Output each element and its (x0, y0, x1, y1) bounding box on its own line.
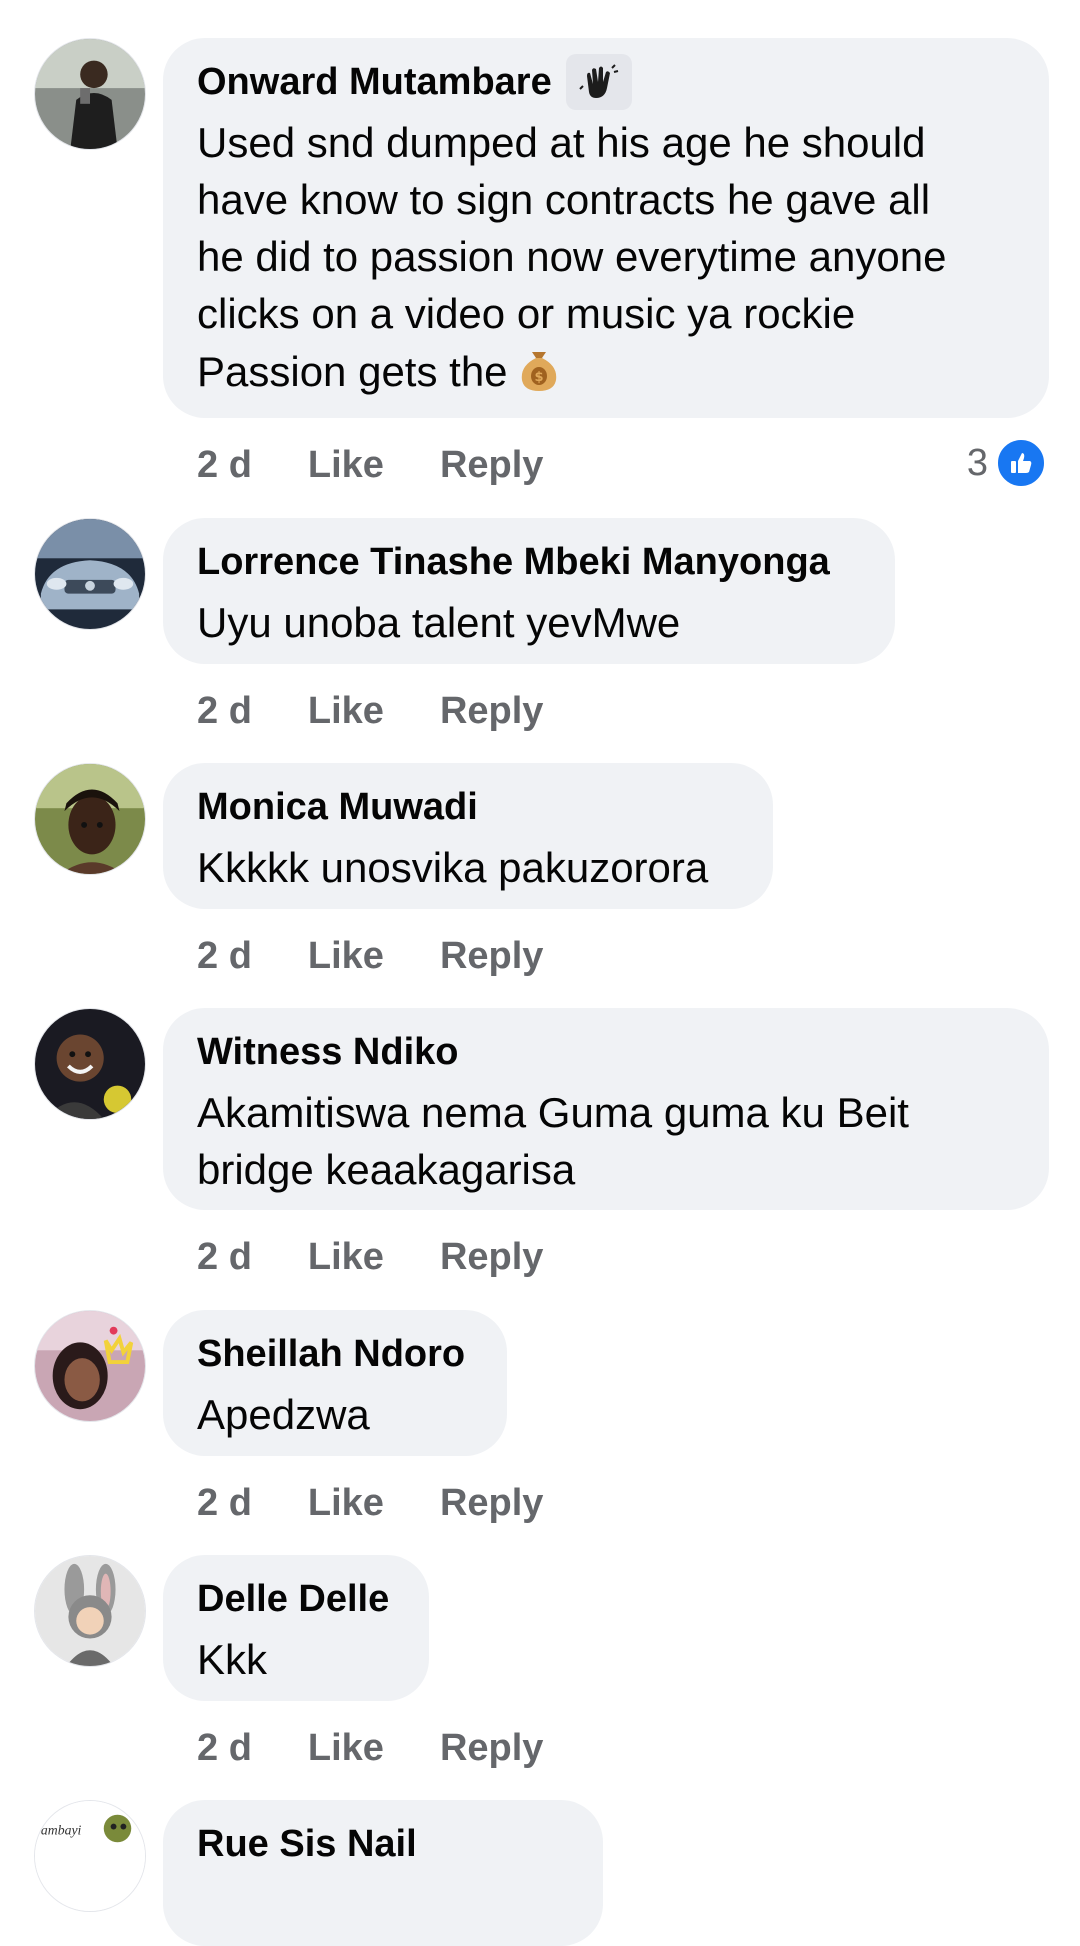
like-button[interactable]: Like (308, 935, 384, 978)
avatar[interactable] (34, 1310, 146, 1422)
comment-author[interactable]: Rue Sis Nail (197, 1819, 417, 1869)
comment-text: Used snd dumped at his age he should hav… (197, 114, 1015, 406)
comment-bubble: Monica Muwadi Kkkkk unosvika pakuzorora (163, 763, 773, 909)
like-icon (996, 438, 1046, 488)
comment-actions: 2 d Like Reply (197, 931, 543, 981)
avatar[interactable] (34, 518, 146, 630)
comment-actions: 2 d Like Reply (197, 1478, 543, 1528)
comment-timestamp[interactable]: 2 d (197, 1727, 252, 1770)
svg-text:$: $ (534, 370, 543, 385)
avatar[interactable] (34, 1555, 146, 1667)
reply-button[interactable]: Reply (440, 1482, 543, 1525)
comment-bubble: Witness Ndiko Akamitiswa nema Guma guma … (163, 1008, 1049, 1210)
comment-author[interactable]: Onward Mutambare (197, 57, 552, 107)
avatar[interactable] (34, 38, 146, 150)
reply-button[interactable]: Reply (440, 690, 543, 733)
reply-button[interactable]: Reply (440, 935, 543, 978)
comment-text: Apedzwa (197, 1391, 370, 1438)
comment-timestamp[interactable]: 2 d (197, 690, 252, 733)
money-bag-icon: $ (518, 342, 560, 406)
comment-actions: 2 d Like Reply (197, 1232, 543, 1282)
comment-text: Akamitiswa nema Guma guma ku Beit bridge… (197, 1089, 909, 1193)
comment-text: Kkk (197, 1636, 268, 1683)
like-button[interactable]: Like (308, 1727, 384, 1770)
comment-bubble: Delle Delle Kkk (163, 1555, 429, 1701)
comment-text: Uyu unoba talent yevMwe (197, 599, 681, 646)
waving-hand-icon[interactable] (565, 54, 632, 110)
like-button[interactable]: Like (308, 1236, 384, 1279)
reply-button[interactable]: Reply (440, 444, 543, 487)
reaction-summary[interactable]: 3 (967, 438, 1046, 488)
comment-actions: 2 d Like Reply (197, 440, 543, 490)
avatar-text: ambayi (41, 1822, 82, 1837)
comment-text: Kkkkk unosvika pakuzorora (197, 844, 709, 891)
avatar[interactable] (34, 1008, 146, 1120)
comment-actions: 2 d Like Reply (197, 686, 543, 736)
comment-timestamp[interactable]: 2 d (197, 935, 252, 978)
comment-author[interactable]: Lorrence Tinashe Mbeki Manyonga (197, 537, 830, 587)
reaction-count: 3 (966, 441, 988, 484)
like-button[interactable]: Like (308, 444, 384, 487)
comment-bubble: Lorrence Tinashe Mbeki Manyonga Uyu unob… (163, 518, 895, 664)
comment-actions: 2 d Like Reply (197, 1723, 543, 1773)
avatar[interactable] (34, 763, 146, 875)
comment-timestamp[interactable]: 2 d (197, 1482, 252, 1525)
reply-button[interactable]: Reply (440, 1236, 543, 1279)
like-button[interactable]: Like (308, 690, 384, 733)
comment-author[interactable]: Witness Ndiko (197, 1027, 458, 1077)
reply-button[interactable]: Reply (440, 1727, 543, 1770)
comment-timestamp[interactable]: 2 d (197, 1236, 252, 1279)
avatar[interactable]: ambayi (34, 1800, 146, 1912)
comment-author[interactable]: Monica Muwadi (197, 782, 478, 832)
comment-bubble: Sheillah Ndoro Apedzwa (163, 1310, 507, 1456)
like-button[interactable]: Like (308, 1482, 384, 1525)
comment-bubble: Rue Sis Nail (163, 1800, 603, 1946)
comment-timestamp[interactable]: 2 d (197, 444, 252, 487)
comment-author[interactable]: Delle Delle (197, 1574, 389, 1624)
comment-author[interactable]: Sheillah Ndoro (197, 1329, 465, 1379)
comment-bubble: Onward Mutambare Used snd dumped at his … (163, 38, 1049, 418)
